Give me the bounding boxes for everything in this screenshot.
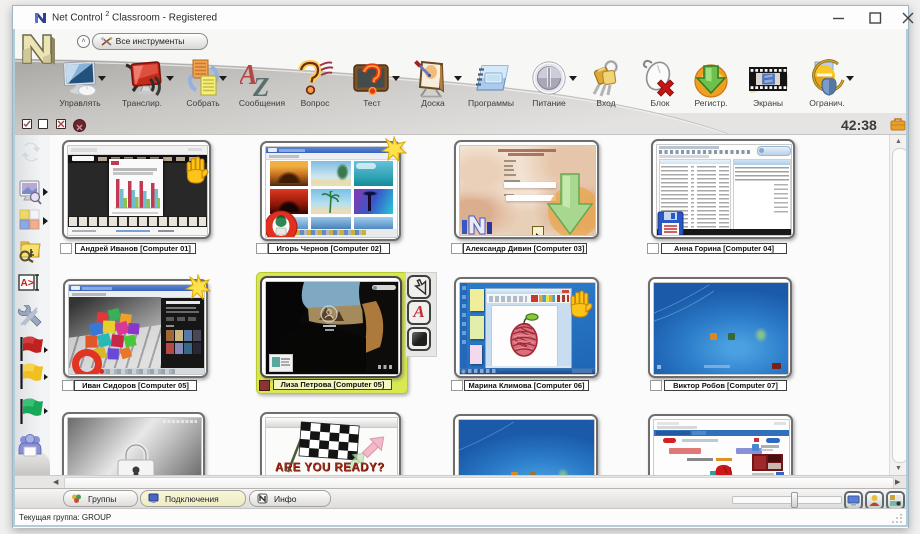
svg-text:Z: Z	[252, 72, 270, 99]
svg-text:A>: A>	[21, 278, 34, 289]
